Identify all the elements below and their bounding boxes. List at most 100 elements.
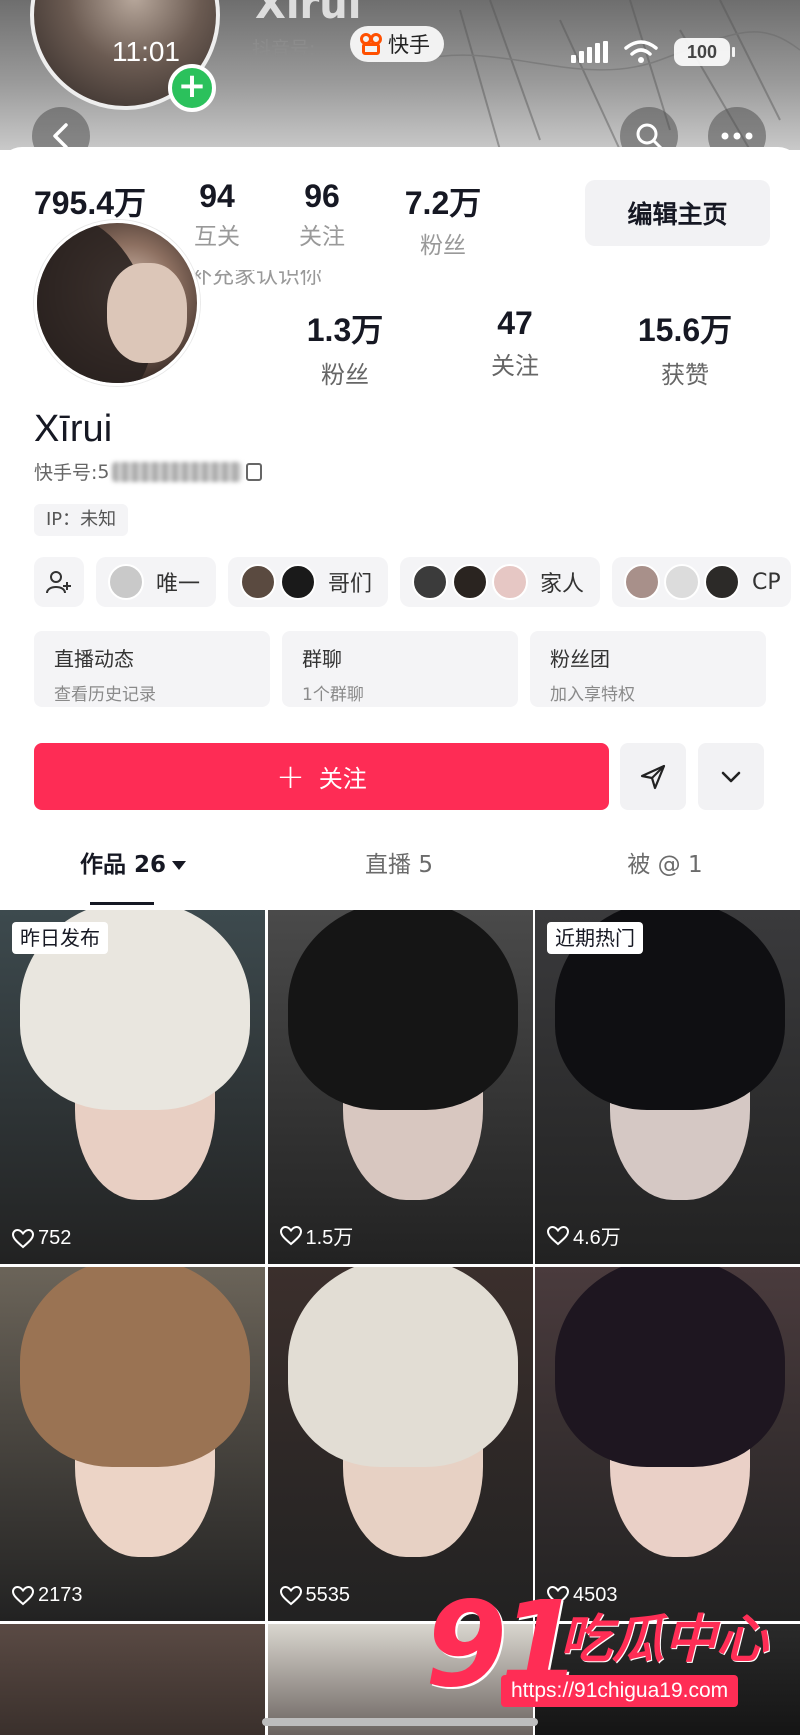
stat-label: 获赞 [661,361,709,389]
overlay-stat-value: 795.4万 [33,185,147,221]
relation-avatar [280,564,317,600]
kuaishou-id-redacted [111,461,242,482]
background-username: Xīrui [255,0,362,28]
add-relation-button[interactable] [34,557,84,607]
video-tile[interactable]: 5535 [267,1267,533,1621]
video-tile[interactable]: 1.5万 [267,910,533,1264]
video-like-count: 752 [12,1227,71,1250]
tab-label: 被 @ 1 [627,852,703,878]
stat-value: 1.3万 [306,312,384,348]
relation-avatar [452,564,489,600]
stat-value: 15.6万 [637,312,733,348]
tab-works[interactable]: 作品 26 [0,845,266,905]
relation-label: CP [752,569,781,595]
stat-fans[interactable]: 1.3万 粉丝 [260,305,430,390]
watermark-url: https://91chigua19.com [501,1675,739,1707]
entry-title: 直播动态 [54,647,134,671]
message-button[interactable] [620,743,686,810]
stat-likes[interactable]: 15.6万 获赞 [600,305,770,390]
relation-avatar [492,564,529,600]
like-count-value: 5535 [305,1584,351,1606]
stat-value: 47 [497,305,533,341]
edit-profile-button[interactable]: 编辑主页 [585,180,770,246]
wifi-icon [624,40,658,63]
chevron-down-icon [721,771,741,782]
video-like-count: 2173 [12,1584,83,1607]
relation-avatar [240,564,277,600]
heart-icon [279,1225,302,1245]
kuaishou-id-row: 快手号: 5 [34,458,262,485]
kuaishou-id-label: 快手号: [34,462,98,484]
kuaishou-badge[interactable]: 快手 [350,26,444,62]
thumbnail-hair [287,1267,518,1467]
profile-header-background: + Xīrui 抖音号: 快手 11:01 100 [0,0,800,150]
overlay-stat-label: 关注 [299,224,345,250]
profile-name: Xīrui [34,408,113,450]
relation-group-bros[interactable]: 哥们 [228,557,389,607]
watermark-title: 吃瓜中心 [560,1610,769,1670]
video-tile[interactable]: 2173 [0,1267,265,1621]
relation-group-family[interactable]: 家人 [400,557,601,607]
video-tile[interactable] [0,1624,265,1735]
like-count-value: 752 [38,1227,72,1249]
kuaishou-id-value: 5 [97,460,110,483]
copy-icon[interactable] [245,462,262,481]
live-history-entry[interactable]: 直播动态 查看历史记录 [34,631,270,707]
watermark-logo: 91 吃瓜中心 https://91chigua19.com [425,1575,785,1715]
add-friend-icon [46,571,71,594]
video-tile[interactable]: 昨日发布 752 [0,910,265,1264]
video-like-count: 4.6万 [547,1221,621,1250]
entry-subtitle: 1个群聊 [302,685,364,705]
overlay-stat-following[interactable]: 96 关注 [282,178,362,260]
entry-title: 群聊 [302,647,342,671]
follow-plus-icon[interactable]: + [168,64,216,112]
tab-live[interactable]: 直播 5 [266,845,532,905]
heart-icon [279,1585,302,1605]
overlay-stat-value: 7.2万 [404,185,482,221]
entry-subtitle: 加入享特权 [550,685,635,705]
relation-group-cp[interactable]: CP [612,557,791,607]
thumbnail-hair [20,1267,250,1467]
home-indicator [262,1718,538,1726]
avatar[interactable] [34,220,200,386]
kuaishou-badge-label: 快手 [388,33,430,57]
relation-avatar [412,564,449,600]
status-indicators: 100 [571,38,735,66]
video-like-count: 1.5万 [279,1221,354,1250]
relation-avatar [624,564,661,600]
plus-icon: + [276,756,305,797]
expand-recommendations-button[interactable] [698,743,764,810]
overlay-stat-fans[interactable]: 7.2万 粉丝 [368,178,518,260]
fan-club-entry[interactable]: 粉丝团 加入享特权 [530,631,766,707]
video-tag: 昨日发布 [12,922,108,954]
stat-following[interactable]: 47 关注 [430,305,600,390]
relation-label: 哥们 [328,572,373,597]
relation-label: 唯一 [156,572,201,597]
video-tile[interactable]: 4503 [535,1267,800,1621]
like-count-value: 2173 [38,1584,83,1606]
ip-location-tag: IP：未知 [34,504,129,536]
group-chat-entry[interactable]: 群聊 1个群聊 [282,631,518,707]
status-time: 11:01 [112,36,180,67]
kuaishou-logo-icon [360,33,382,55]
partial-bio-strip: 补充家认识你 [190,270,440,292]
send-icon [640,764,666,789]
relation-group-unique[interactable]: 唯一 [96,557,217,607]
video-tile[interactable]: 近期热门 4.6万 [535,910,800,1264]
video-grid: 昨日发布 752 1.5万 近期热门 4.6万 2173 5535 4503 [0,910,800,1621]
caret-down-icon [172,861,186,870]
chevron-left-icon [53,123,68,149]
thumbnail-hair [287,910,518,1110]
partial-bio-text: 补充家认识你 [190,270,323,289]
like-count-value: 1.5万 [305,1227,354,1249]
follow-button[interactable]: + 关注 [34,743,609,810]
tab-label: 直播 5 [365,852,433,878]
stat-label: 粉丝 [321,361,369,389]
relation-avatar [664,564,701,600]
entry-subtitle: 查看历史记录 [54,685,156,705]
feature-entries: 直播动态 查看历史记录 群聊 1个群聊 粉丝团 加入享特权 [34,631,766,707]
stat-label: 关注 [491,352,539,380]
entry-title: 粉丝团 [550,647,610,671]
tab-mentions[interactable]: 被 @ 1 [532,845,798,905]
video-like-count: 5535 [279,1584,351,1607]
